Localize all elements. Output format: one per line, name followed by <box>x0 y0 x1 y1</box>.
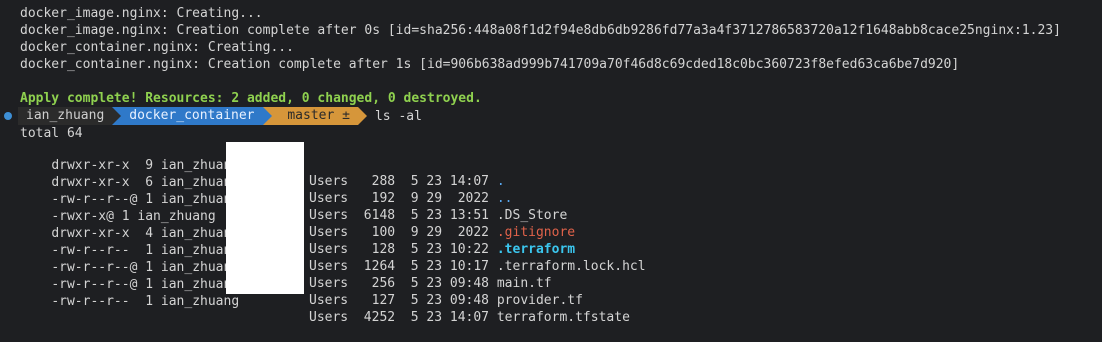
listing-mid: Users 192 9 29 2022 <box>309 191 497 206</box>
prompt-directory: docker_container <box>121 107 263 125</box>
listing-row: drwxr-xr-x 9 ian_zhuang Users 288 5 23 1… <box>20 142 504 189</box>
terminal-window[interactable]: docker_image.nginx: Creating... docker_i… <box>0 0 1102 325</box>
listing-meta: Users 6148 5 23 13:51 .DS_Store <box>309 208 567 224</box>
prompt-git-branch: master ± <box>271 107 358 125</box>
listing-total: total 64 <box>20 126 83 141</box>
listing-mid: Users 1264 5 23 10:17 <box>309 259 497 274</box>
shell-prompt: ian_zhuang docker_container master ± ls … <box>0 107 422 125</box>
listing-filename: provider.tf <box>496 293 583 308</box>
listing-filename: terraform.tfstate <box>496 310 630 325</box>
listing-mid: Users 288 5 23 14:07 <box>309 174 497 189</box>
powerline-separator-icon <box>112 107 122 125</box>
listing-meta: Users 288 5 23 14:07 . <box>309 174 505 190</box>
powerline-separator-icon <box>357 107 367 125</box>
command-text: ls -al <box>374 108 422 124</box>
listing-meta: Users 128 5 23 10:22 .terraform <box>309 242 575 258</box>
redaction-box <box>226 142 304 294</box>
output-line: docker_container.nginx: Creation complet… <box>20 57 960 72</box>
listing-meta: Users 4252 5 23 14:07 terraform.tfstate <box>309 310 630 326</box>
listing-filename: .terraform <box>496 242 576 257</box>
listing-row: drwxr-xr-x 6 ian_zhuang Users 192 9 29 2… <box>20 159 512 206</box>
output-line: docker_container.nginx: Creating... <box>20 40 294 55</box>
listing-prefix: -rw-r--r-- 1 ian_zhuang <box>51 294 240 309</box>
listing-meta: Users 1264 5 23 10:17 .terraform.lock.hc… <box>309 259 646 275</box>
listing-mid: Users 4252 5 23 14:07 <box>309 310 497 325</box>
listing-filename: . <box>496 174 505 189</box>
listing-row: -rw-r--r-- 1 ian_zhuang Users 4252 5 23 … <box>20 278 630 325</box>
listing-meta: Users 100 9 29 2022 .gitignore <box>309 225 575 241</box>
listing-mid: Users 6148 5 23 13:51 <box>309 208 497 223</box>
listing-row: -rw-r--r--@ 1 ian_zhuang Users 127 5 23 … <box>20 261 583 308</box>
listing-filename: .terraform.lock.hcl <box>496 259 646 274</box>
listing-mid: Users 100 9 29 2022 <box>309 225 497 240</box>
listing-meta: Users 127 5 23 09:48 provider.tf <box>309 293 583 309</box>
listing-meta: Users 256 5 23 09:48 main.tf <box>309 276 552 292</box>
listing-mid: Users 127 5 23 09:48 <box>309 293 497 308</box>
listing-row: -rw-r--r--@ 1 ian_zhuang Users 6148 5 23… <box>20 176 567 223</box>
listing-row: -rwxr-x@ 1 ian_zhuang Users 100 9 29 202… <box>20 193 575 240</box>
listing-filename: .gitignore <box>496 225 576 240</box>
listing-filename: .. <box>496 191 513 206</box>
output-line: docker_image.nginx: Creation complete af… <box>20 23 1061 38</box>
apply-complete-message: Apply complete! Resources: 2 added, 0 ch… <box>20 91 482 106</box>
listing-filename: main.tf <box>496 276 552 291</box>
listing-mid: Users 256 5 23 09:48 <box>309 276 497 291</box>
prompt-status-icon <box>4 112 12 120</box>
listing-meta: Users 192 9 29 2022 .. <box>309 191 513 207</box>
listing-row: drwxr-xr-x 4 ian_zhuang Users 128 5 23 1… <box>20 210 575 257</box>
prompt-user: ian_zhuang <box>18 107 113 125</box>
listing-row: -rw-r--r-- 1 ian_zhuang Users 1264 5 23 … <box>20 227 645 274</box>
listing-filename: .DS_Store <box>496 208 568 223</box>
output-line: docker_image.nginx: Creating... <box>20 6 263 21</box>
powerline-separator-icon <box>262 107 272 125</box>
listing-row: -rw-r--r--@ 1 ian_zhuang Users 256 5 23 … <box>20 244 551 291</box>
listing-mid: Users 128 5 23 10:22 <box>309 242 497 257</box>
